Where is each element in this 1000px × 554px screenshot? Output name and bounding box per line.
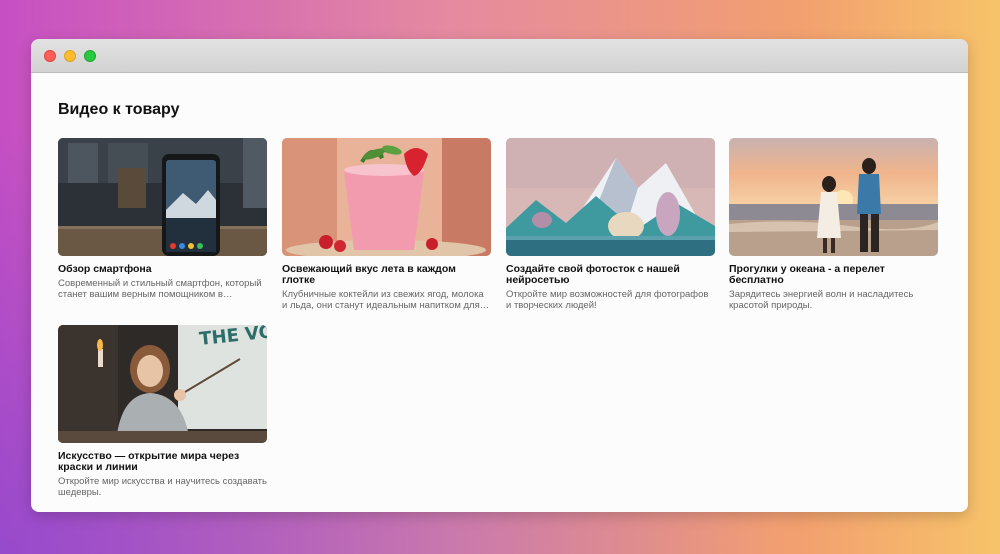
video-description: Клубничные коктейли из свежих ягод, моло… (282, 289, 484, 311)
video-title[interactable]: Освежающий вкус лета в каждом глотке (282, 264, 491, 286)
video-title[interactable]: Искусство — открытие мира через краски и… (58, 451, 267, 473)
video-thumbnail[interactable] (506, 138, 715, 256)
video-card-strawberry-drink[interactable]: Освежающий вкус лета в каждом глотке Клу… (282, 138, 491, 311)
video-thumbnail[interactable] (729, 138, 938, 256)
video-card-photostock[interactable]: Создайте свой фотосток с нашей нейросеть… (506, 138, 715, 311)
window-titlebar (31, 39, 968, 73)
section-title: Видео к товару (58, 101, 180, 118)
video-card-art[interactable]: THE VOICES Искусство — открытие мира чер… (58, 325, 267, 498)
video-description: Откройте мир возможностей для фотографов… (506, 289, 709, 311)
abstract-landscape-thumbnail-image (506, 138, 715, 256)
video-title[interactable]: Создайте свой фотосток с нашей нейросеть… (506, 264, 715, 286)
video-description: Откройте мир искусства и научитесь созда… (58, 476, 267, 498)
smartphone-thumbnail-image (58, 138, 267, 256)
strawberry-drink-thumbnail-image (282, 138, 491, 256)
close-window-button[interactable] (44, 50, 56, 62)
video-description: Зарядитесь энергией волн и насладитесь к… (729, 289, 914, 311)
video-title[interactable]: Обзор смартфона (58, 264, 267, 275)
video-card-ocean-walk[interactable]: Прогулки у океана - а перелет бесплатно … (729, 138, 938, 311)
ocean-walk-thumbnail-image (729, 138, 938, 256)
video-thumbnail[interactable]: THE VOICES (58, 325, 267, 443)
browser-window: Видео к товару Обзор смартфона Современн… (31, 39, 968, 512)
painting-thumbnail-image: THE VOICES (58, 325, 267, 443)
video-title[interactable]: Прогулки у океана - а перелет бесплатно (729, 264, 938, 286)
minimize-window-button[interactable] (64, 50, 76, 62)
video-card-smartphone[interactable]: Обзор смартфона Современный и стильный с… (58, 138, 267, 300)
video-description: Современный и стильный смартфон, который… (58, 278, 262, 300)
page-content: Видео к товару Обзор смартфона Современн… (58, 101, 941, 498)
zoom-window-button[interactable] (84, 50, 96, 62)
video-thumbnail[interactable] (282, 138, 491, 256)
video-thumbnail[interactable] (58, 138, 267, 256)
